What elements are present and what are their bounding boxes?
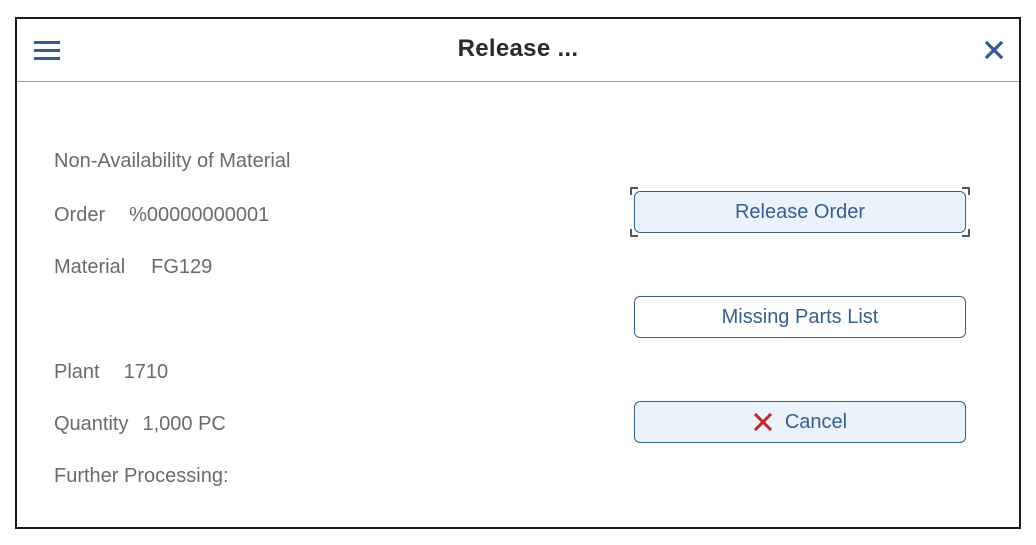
quantity-value: 1,000 PC (142, 413, 226, 435)
material-label: Material (54, 256, 126, 278)
further-processing-label: Further Processing: (54, 465, 229, 487)
dialog-title: Release ... (457, 35, 579, 62)
quantity-label: Quantity (54, 413, 129, 435)
release-dialog: Release ... Non-Availability of Material… (15, 17, 1021, 529)
cancel-label: Cancel (784, 410, 848, 433)
release-order-label: Release Order (734, 200, 866, 223)
missing-parts-list-label: Missing Parts List (721, 305, 879, 328)
cancel-x-icon (753, 412, 772, 432)
order-value: %00000000001 (129, 204, 270, 226)
plant-label: Plant (54, 361, 100, 383)
material-row: Material FG129 (54, 256, 212, 279)
dialog-header: Release ... (17, 19, 1019, 82)
hamburger-menu-icon[interactable] (34, 41, 60, 61)
plant-row: Plant 1710 (54, 361, 168, 384)
missing-parts-list-button[interactable]: Missing Parts List (634, 296, 966, 338)
material-value: FG129 (151, 256, 213, 278)
close-icon[interactable] (984, 40, 1004, 60)
quantity-row: Quantity 1,000 PC (54, 413, 226, 436)
cancel-button[interactable]: Cancel (634, 401, 966, 443)
order-label: Order (54, 204, 106, 226)
non-availability-heading: Non-Availability of Material (54, 150, 291, 172)
order-row: Order %00000000001 (54, 204, 269, 227)
plant-value: 1710 (123, 361, 169, 383)
release-order-button[interactable]: Release Order (634, 191, 966, 233)
